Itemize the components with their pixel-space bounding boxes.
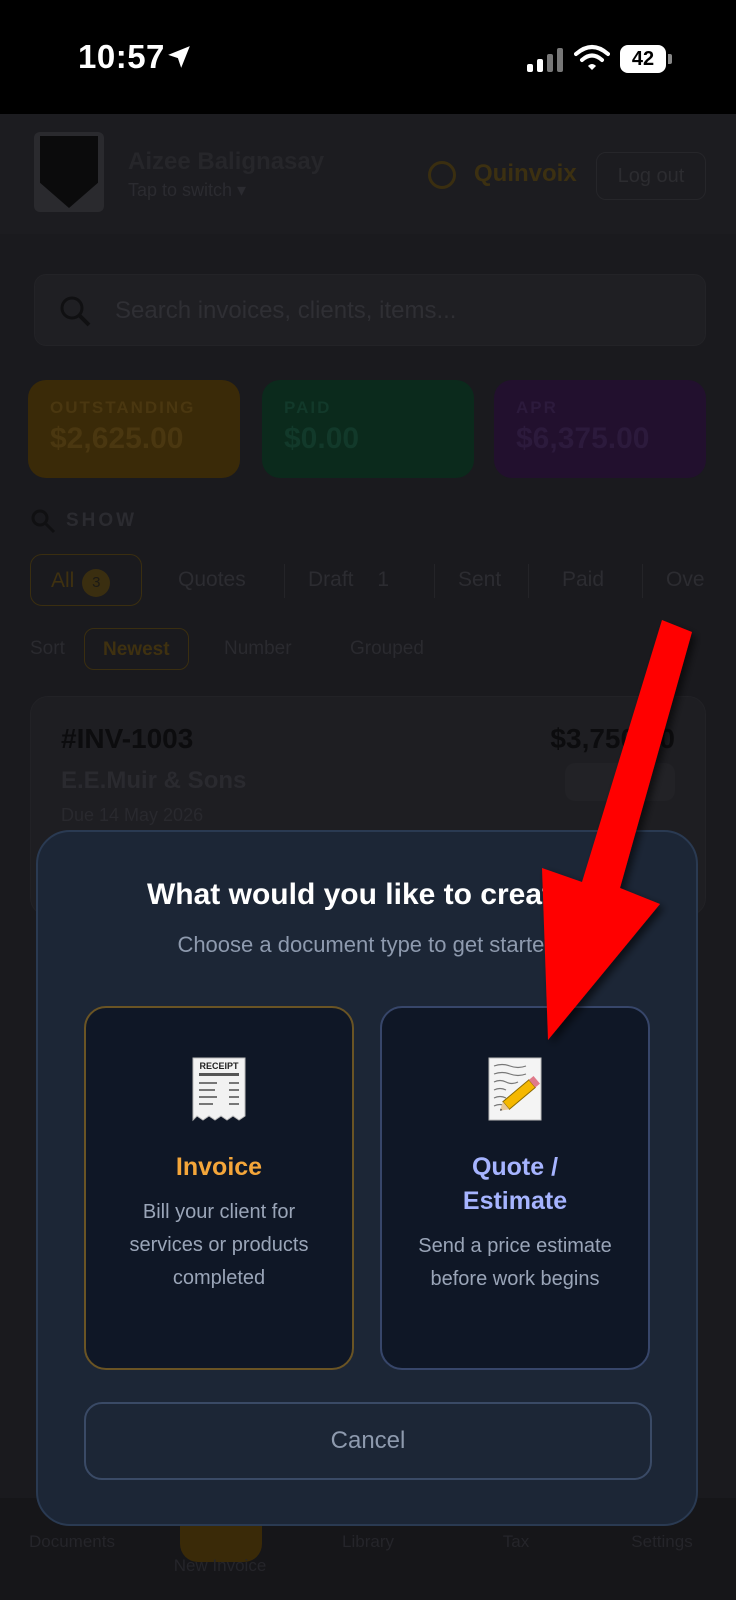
quote-option-title: Quote / Estimate bbox=[382, 1150, 648, 1218]
logout-button[interactable]: Log out bbox=[596, 152, 706, 200]
invoice-number: #INV-1003 bbox=[61, 723, 194, 754]
stat-label: APR bbox=[516, 398, 558, 417]
battery-level: 42 bbox=[620, 45, 666, 73]
chip-count: 1 bbox=[377, 568, 390, 591]
search-input[interactable]: Search invoices, clients, items... bbox=[34, 274, 706, 346]
invoice-due: Due 14 May 2026 bbox=[61, 805, 204, 825]
svg-text:RECEIPT: RECEIPT bbox=[199, 1061, 239, 1071]
app-header: Aizee Balignasay Tap to switch ▾ Quinvoi… bbox=[0, 114, 736, 234]
signal-icon bbox=[527, 48, 563, 72]
sort-newest[interactable]: Newest bbox=[84, 628, 189, 670]
stat-paid[interactable]: PAID $0.00 bbox=[262, 380, 474, 478]
show-label: SHOW bbox=[66, 510, 138, 531]
chip-label: Draft bbox=[308, 568, 354, 591]
status-bar: 10:57 42 bbox=[0, 0, 736, 114]
sort-number[interactable]: Number bbox=[206, 628, 310, 670]
stat-outstanding[interactable]: OUTSTANDING $2,625.00 bbox=[28, 380, 240, 478]
filter-chip-draft[interactable]: Draft 1 bbox=[288, 554, 409, 606]
create-document-modal: What would you like to create? Choose a … bbox=[36, 830, 698, 1526]
filter-chip-sent[interactable]: Sent bbox=[438, 554, 521, 606]
stat-value: $0.00 bbox=[284, 422, 360, 455]
location-arrow-icon bbox=[168, 46, 190, 68]
search-icon bbox=[60, 296, 91, 327]
brand-name: Quinvoix bbox=[474, 160, 577, 187]
sort-label: Sort bbox=[30, 638, 65, 659]
invoice-option-description: Bill your client for services or product… bbox=[129, 1201, 309, 1289]
quote-option-description: Send a price estimate before work begins bbox=[418, 1235, 612, 1290]
status-badge bbox=[565, 763, 675, 801]
stat-apr[interactable]: APR $6,375.00 bbox=[494, 380, 706, 478]
stat-label: PAID bbox=[284, 398, 332, 417]
quote-title-line2: Estimate bbox=[462, 1187, 568, 1215]
memo-pencil-icon bbox=[488, 1057, 542, 1121]
invoice-client: E.E.Muir & Sons bbox=[61, 767, 247, 794]
stat-value: $2,625.00 bbox=[50, 422, 184, 455]
brand-icon bbox=[428, 161, 456, 189]
filter-chip-paid[interactable]: Paid bbox=[542, 554, 624, 606]
filter-chip-overdue[interactable]: Ove bbox=[646, 554, 725, 606]
search-placeholder: Search invoices, clients, items... bbox=[115, 297, 457, 324]
search-icon bbox=[31, 509, 56, 534]
filter-chip-quotes[interactable]: Quotes bbox=[158, 554, 266, 606]
filter-chip-all[interactable]: All 3 bbox=[30, 554, 142, 606]
cancel-button[interactable]: Cancel bbox=[84, 1402, 652, 1480]
receipt-icon: RECEIPT bbox=[192, 1057, 246, 1122]
switch-account-hint[interactable]: Tap to switch ▾ bbox=[128, 180, 246, 201]
sort-grouped[interactable]: Grouped bbox=[332, 628, 442, 670]
chip-count: 3 bbox=[82, 569, 111, 597]
status-time: 10:57 bbox=[78, 38, 165, 75]
battery-icon: 42 bbox=[620, 45, 672, 73]
modal-title: What would you like to create? bbox=[146, 878, 588, 911]
invoice-option-button[interactable]: RECEIPT Invoice Bill your client for ser… bbox=[84, 1006, 354, 1370]
invoice-option-title: Invoice bbox=[175, 1153, 263, 1181]
tab-settings[interactable]: Settings bbox=[602, 1532, 722, 1552]
modal-subtitle: Choose a document type to get started bbox=[177, 932, 557, 957]
invoice-amount: $3,750.00 bbox=[550, 723, 675, 754]
tab-new-invoice[interactable]: New Invoice bbox=[160, 1556, 280, 1576]
quote-option-button[interactable]: Quote / Estimate Send a price estimate b… bbox=[380, 1006, 650, 1370]
chip-label: All bbox=[51, 569, 75, 592]
tab-library[interactable]: Library bbox=[308, 1532, 428, 1552]
company-logo bbox=[34, 132, 104, 212]
quote-title-line1: Quote / bbox=[471, 1153, 559, 1181]
wifi-icon bbox=[574, 45, 610, 70]
user-name[interactable]: Aizee Balignasay bbox=[128, 148, 324, 176]
stat-label: OUTSTANDING bbox=[50, 398, 196, 417]
tab-documents[interactable]: Documents bbox=[12, 1532, 132, 1552]
stat-value: $6,375.00 bbox=[516, 422, 650, 455]
tab-tax[interactable]: Tax bbox=[456, 1532, 576, 1552]
